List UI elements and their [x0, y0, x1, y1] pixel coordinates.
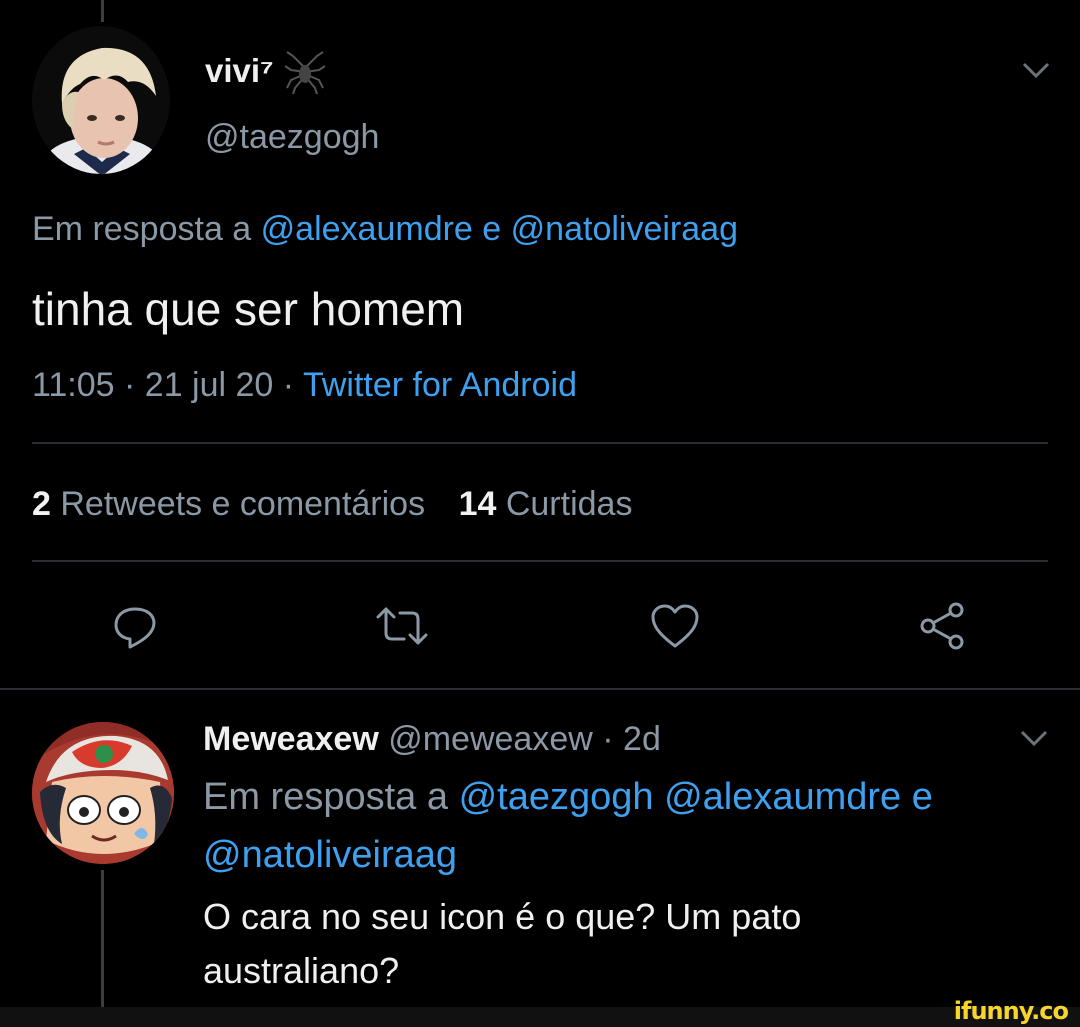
meta-separator: · [602, 720, 614, 758]
divider [32, 442, 1048, 444]
spider-icon [284, 50, 326, 99]
reply-text-line: australiano? [203, 950, 400, 991]
author-handle[interactable]: @taezgogh [205, 118, 379, 157]
mention-link[interactable]: @taezgogh [459, 776, 654, 818]
tweet-stats: 2 Retweets e comentários 14 Curtidas [32, 485, 632, 524]
mention-link[interactable]: @natoliveiraag [203, 834, 457, 877]
chevron-down-icon[interactable] [1020, 60, 1052, 85]
reply-context: Em resposta a @taezgogh @alexaumdre e [203, 776, 933, 819]
avatar-cartoon [32, 722, 174, 864]
tweet-source[interactable]: Twitter for Android [303, 366, 577, 404]
reply-icon [114, 607, 156, 649]
reply-author-name[interactable]: Meweaxew [203, 720, 379, 758]
divider [0, 688, 1080, 690]
divider [32, 560, 1048, 562]
mention-link[interactable]: @alexaumdre [664, 776, 901, 818]
share-button[interactable] [912, 596, 972, 656]
retweet-icon [376, 607, 428, 645]
retweet-button[interactable] [372, 596, 432, 656]
reply-prefix: Em resposta a [203, 776, 448, 818]
reply-button[interactable] [105, 596, 165, 656]
like-button[interactable] [645, 596, 705, 656]
reply-author-handle[interactable]: @meweaxew [388, 720, 593, 758]
mention-link[interactable]: @natoliveiraag [511, 210, 738, 248]
reply-text-line: O cara no seu icon é o que? Um pato [203, 896, 802, 937]
reply-prefix: Em resposta a [32, 210, 252, 248]
likes-stat[interactable]: 14 Curtidas [459, 485, 633, 523]
tweet-date[interactable]: 21 jul 20 [145, 366, 274, 404]
meta-separator: · [124, 366, 136, 404]
author-display-name[interactable]: vivi⁷ [205, 52, 274, 90]
retweets-stat[interactable]: 2 Retweets e comentários [32, 485, 435, 523]
avatar[interactable] [32, 722, 174, 864]
avatar-portrait [42, 47, 162, 174]
reply-age[interactable]: 2d [623, 720, 661, 758]
thread-line-top [101, 0, 104, 22]
mention-link[interactable]: @alexaumdre [261, 210, 473, 248]
likes-count: 14 [458, 485, 497, 523]
meta-separator: · [282, 366, 295, 404]
likes-label: Curtidas [505, 485, 633, 523]
chevron-down-icon[interactable] [1018, 728, 1050, 753]
mention-joiner: e [911, 776, 933, 818]
share-icon [920, 602, 964, 650]
tweet-time: 11:05 [32, 366, 115, 404]
thread-line-bottom [101, 870, 104, 1007]
bottom-bar [0, 1007, 1080, 1027]
reply-header: Meweaxew @meweaxew · 2d [203, 720, 661, 759]
heart-icon [651, 604, 699, 648]
retweets-label: Retweets e comentários [60, 485, 426, 523]
tweet-meta: 11:05 · 21 jul 20 · Twitter for Android [32, 366, 577, 405]
mention-joiner: e [482, 210, 502, 248]
retweets-count: 2 [32, 485, 51, 523]
avatar[interactable] [32, 26, 170, 174]
tweet-text: tinha que ser homem [32, 283, 465, 335]
reply-context: Em resposta a @alexaumdre e @natoliveira… [32, 210, 738, 249]
watermark-logo: ifunny.co [953, 997, 1069, 1025]
